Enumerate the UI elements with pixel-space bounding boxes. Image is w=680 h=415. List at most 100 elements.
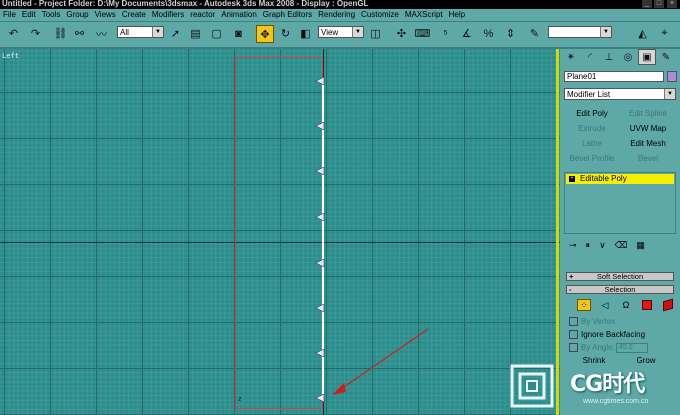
edit-spline-button[interactable]: Edit Spline: [620, 108, 676, 120]
soft-selection-rollout[interactable]: + Soft Selection: [566, 272, 674, 281]
display-tab-icon[interactable]: ▣: [638, 49, 656, 65]
bind-space-warp-icon[interactable]: 〰: [93, 25, 110, 42]
modifier-stack: + Editable Poly: [564, 172, 676, 234]
by-angle-checkbox[interactable]: By Angle:: [569, 343, 615, 353]
menu-animation[interactable]: Animation: [218, 9, 260, 21]
select-and-manipulate-icon[interactable]: ✣: [393, 25, 410, 42]
checkbox-box: [569, 330, 578, 340]
reference-coordinate-dropdown[interactable]: View ▼: [318, 26, 364, 38]
bevel-profile-button[interactable]: Bevel Profile: [564, 153, 620, 165]
menu-maxscript[interactable]: MAXScript: [402, 9, 446, 21]
angle-snap-icon[interactable]: ∡: [458, 25, 475, 42]
edge-icon[interactable]: ◁: [598, 299, 612, 311]
unlink-icon[interactable]: ⚯: [71, 25, 88, 42]
object-color-swatch[interactable]: [667, 71, 677, 82]
chevron-down-icon: ▼: [152, 27, 163, 37]
vertex-marker[interactable]: [315, 213, 325, 221]
spinner-snap-icon[interactable]: ⇕: [502, 25, 519, 42]
vertex-marker[interactable]: [315, 304, 325, 312]
show-end-result-icon[interactable]: ⏸: [586, 240, 591, 254]
viewport-label[interactable]: Left: [2, 52, 19, 60]
vertex-marker[interactable]: [315, 77, 325, 85]
subobject-level-buttons: ⁘ ◁ Ω: [577, 298, 675, 312]
window-crossing-icon[interactable]: ◙: [230, 25, 247, 42]
select-and-rotate-icon[interactable]: ↻: [277, 25, 294, 42]
menu-views[interactable]: Views: [92, 9, 119, 21]
watermark: CG时代 www.cgtimes.com.cn: [508, 360, 680, 415]
select-by-name-icon[interactable]: ▤: [187, 25, 204, 42]
vertex-marker[interactable]: [315, 259, 325, 267]
element-icon[interactable]: [661, 298, 675, 312]
bevel-button[interactable]: Bevel: [620, 153, 676, 165]
redo-icon[interactable]: ↷: [27, 25, 44, 42]
menu-tools[interactable]: Tools: [39, 9, 64, 21]
utilities-tab-icon[interactable]: ✎: [657, 49, 675, 65]
stack-item-editable-poly[interactable]: + Editable Poly: [566, 174, 674, 184]
modify-tab-icon[interactable]: ◜: [581, 49, 599, 65]
menu-file[interactable]: File: [0, 9, 19, 21]
select-and-scale-icon[interactable]: ◧: [297, 25, 314, 42]
by-vertex-checkbox[interactable]: By Vertex: [569, 317, 615, 327]
menu-rendering[interactable]: Rendering: [315, 9, 358, 21]
annotation-arrow: [332, 328, 429, 395]
motion-tab-icon[interactable]: ◎: [619, 49, 637, 65]
percent-snap-icon[interactable]: %: [480, 25, 497, 42]
mirror-icon[interactable]: ◭: [634, 25, 651, 42]
vertex-marker[interactable]: [315, 167, 325, 175]
keyboard-shortcut-icon[interactable]: ⌨: [414, 25, 431, 42]
menu-modifiers[interactable]: Modifiers: [149, 9, 187, 21]
object-name-field[interactable]: Plane01: [564, 71, 664, 82]
watermark-logo-icon: [510, 364, 554, 408]
edit-mesh-button[interactable]: Edit Mesh: [620, 138, 676, 150]
modifier-buttons: Edit Poly Edit Spline Extrude UVW Map La…: [564, 108, 676, 165]
menu-group[interactable]: Group: [63, 9, 91, 21]
plane-outline[interactable]: [235, 57, 323, 409]
close-button[interactable]: ×: [667, 0, 677, 8]
pivot-center-icon[interactable]: ◫: [367, 25, 384, 42]
menu-reactor[interactable]: reactor: [187, 9, 218, 21]
left-viewport[interactable]: Left z: [0, 49, 560, 415]
expand-icon[interactable]: +: [569, 176, 575, 182]
ignore-backfacing-checkbox[interactable]: Ignore Backfacing: [569, 330, 645, 340]
menu-customize[interactable]: Customize: [358, 9, 402, 21]
undo-icon[interactable]: ↶: [5, 25, 22, 42]
menu-graph-editors[interactable]: Graph Editors: [260, 9, 315, 21]
border-icon[interactable]: Ω: [619, 299, 633, 311]
minimize-button[interactable]: _: [642, 0, 652, 8]
hierarchy-tab-icon[interactable]: ⊥: [600, 49, 618, 65]
menu-edit[interactable]: Edit: [19, 9, 39, 21]
maximize-button[interactable]: □: [654, 0, 664, 8]
menu-create[interactable]: Create: [119, 9, 149, 21]
menu-help[interactable]: Help: [446, 9, 468, 21]
rollout-label: Selection: [604, 285, 636, 294]
create-tab-icon[interactable]: ✴: [562, 49, 580, 65]
selection-filter-dropdown[interactable]: All ▼: [117, 26, 164, 38]
make-unique-icon[interactable]: ∨: [599, 240, 606, 254]
vertex-marker[interactable]: [315, 122, 325, 130]
snaps-toggle-icon[interactable]: ⁵: [437, 25, 454, 42]
edit-poly-button[interactable]: Edit Poly: [564, 108, 620, 120]
pin-stack-icon[interactable]: ⊸: [569, 240, 577, 254]
align-icon[interactable]: ⌖: [656, 25, 673, 42]
edit-named-selection-icon[interactable]: ✎: [526, 25, 543, 42]
select-and-move-icon[interactable]: ✥: [256, 25, 274, 43]
chevron-down-icon: ▼: [664, 89, 675, 99]
command-panel-tabs: ✴ ◜ ⊥ ◎ ▣ ✎: [560, 49, 680, 67]
configure-modifier-sets-icon[interactable]: ▦: [636, 240, 645, 254]
by-angle-spinner[interactable]: 45.0: [616, 343, 648, 353]
stack-item-label: Editable Poly: [580, 174, 627, 183]
rollout-label: Soft Selection: [596, 272, 644, 281]
uvw-map-button[interactable]: UVW Map: [620, 123, 676, 135]
polygon-icon[interactable]: [640, 299, 654, 311]
select-object-icon[interactable]: ➚: [167, 25, 184, 42]
select-and-link-icon[interactable]: ⛓: [52, 25, 69, 42]
extrude-button[interactable]: Extrude: [564, 123, 620, 135]
vertex-icon[interactable]: ⁘: [577, 299, 591, 311]
rectangle-selection-icon[interactable]: ▢: [208, 25, 225, 42]
remove-modifier-icon[interactable]: ⌫: [615, 240, 628, 254]
selection-rollout[interactable]: - Selection: [566, 285, 674, 294]
modifier-list-dropdown[interactable]: Modifier List ▼: [564, 88, 676, 100]
named-selection-sets-dropdown[interactable]: ▼: [548, 26, 612, 38]
lathe-button[interactable]: Lathe: [564, 138, 620, 150]
selection-filter-value: All: [120, 28, 129, 37]
